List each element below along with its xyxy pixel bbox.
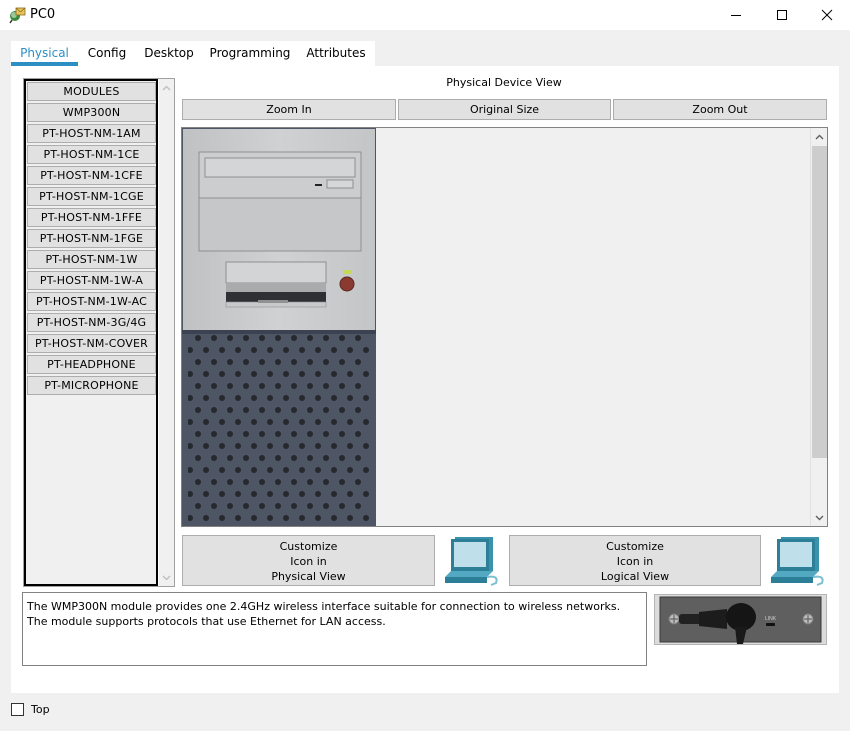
chevron-down-icon[interactable] bbox=[159, 570, 174, 585]
module-item-modules[interactable]: MODULES bbox=[27, 82, 156, 101]
button-label: Physical View bbox=[271, 570, 346, 583]
maximize-icon bbox=[777, 10, 787, 20]
module-item[interactable]: PT-HOST-NM-1W-A bbox=[27, 271, 156, 290]
module-item[interactable]: PT-HOST-NM-1AM bbox=[27, 124, 156, 143]
physical-device-viewer[interactable] bbox=[181, 127, 828, 527]
module-item[interactable]: PT-HOST-NM-1FFE bbox=[27, 208, 156, 227]
chevron-down-icon[interactable] bbox=[811, 509, 827, 526]
tab-physical[interactable]: Physical bbox=[11, 41, 78, 66]
window-title: PC0 bbox=[30, 7, 56, 22]
pc-physical-icon bbox=[445, 537, 498, 586]
link-label: LINK bbox=[765, 616, 777, 622]
module-item[interactable]: PT-HOST-NM-1CFE bbox=[27, 166, 156, 185]
physical-device-view-label: Physical Device View bbox=[446, 76, 562, 89]
module-item[interactable]: PT-HOST-NM-1CE bbox=[27, 145, 156, 164]
module-item[interactable]: PT-MICROPHONE bbox=[27, 376, 156, 395]
original-size-button[interactable]: Original Size bbox=[398, 99, 611, 120]
tab-attributes[interactable]: Attributes bbox=[303, 41, 369, 66]
button-label: Icon in bbox=[290, 555, 327, 568]
checkbox-box[interactable] bbox=[11, 703, 24, 716]
wmp300n-module-icon: LINK bbox=[659, 596, 822, 644]
physical-panel: MODULES WMP300N PT-HOST-NM-1AM PT-HOST-N… bbox=[11, 66, 839, 693]
close-icon bbox=[821, 9, 833, 21]
tab-bar: Physical Config Desktop Programming Attr… bbox=[11, 41, 375, 66]
module-list-container: MODULES WMP300N PT-HOST-NM-1AM PT-HOST-N… bbox=[23, 78, 175, 587]
module-item[interactable]: PT-HOST-NM-1FGE bbox=[27, 229, 156, 248]
top-checkbox[interactable]: Top bbox=[11, 703, 50, 716]
module-item[interactable]: PT-HOST-NM-1W bbox=[27, 250, 156, 269]
tab-programming[interactable]: Programming bbox=[209, 41, 291, 66]
module-item[interactable]: PT-HOST-NM-3G/4G bbox=[27, 313, 156, 332]
module-item-wmp300n[interactable]: WMP300N bbox=[27, 103, 156, 122]
button-label: Customize bbox=[279, 540, 338, 553]
tab-config[interactable]: Config bbox=[82, 41, 132, 66]
customize-logical-icon-button[interactable]: Customize Icon in Logical View bbox=[509, 535, 761, 586]
chevron-up-icon[interactable] bbox=[159, 80, 174, 95]
button-label: Icon in bbox=[616, 555, 654, 568]
top-checkbox-label: Top bbox=[31, 703, 50, 716]
module-item[interactable]: PT-HEADPHONE bbox=[27, 355, 156, 374]
module-list-scrollbar[interactable] bbox=[159, 79, 174, 586]
close-button[interactable] bbox=[804, 0, 850, 30]
module-item[interactable]: PT-HOST-NM-1CGE bbox=[27, 187, 156, 206]
minimize-button[interactable] bbox=[713, 0, 759, 30]
title-bar: PC0 bbox=[0, 0, 850, 30]
maximize-button[interactable] bbox=[759, 0, 805, 30]
module-image: LINK bbox=[654, 594, 827, 645]
viewer-scrollbar[interactable] bbox=[810, 128, 827, 526]
button-label: Logical View bbox=[600, 570, 670, 583]
pc-logical-icon bbox=[771, 537, 824, 586]
chevron-up-icon[interactable] bbox=[811, 128, 827, 145]
button-label: Customize bbox=[606, 540, 664, 553]
module-list: MODULES WMP300N PT-HOST-NM-1AM PT-HOST-N… bbox=[24, 79, 158, 586]
pc-tower-image bbox=[182, 128, 376, 526]
packet-tracer-pc-icon bbox=[9, 7, 26, 24]
module-item[interactable]: PT-HOST-NM-1W-AC bbox=[27, 292, 156, 311]
module-description: The WMP300N module provides one 2.4GHz w… bbox=[22, 592, 647, 666]
scrollbar-thumb[interactable] bbox=[812, 146, 827, 458]
customize-physical-icon-button[interactable]: Customize Icon in Physical View bbox=[182, 535, 435, 586]
module-item[interactable]: PT-HOST-NM-COVER bbox=[27, 334, 156, 353]
zoom-out-button[interactable]: Zoom Out bbox=[613, 99, 827, 120]
zoom-in-button[interactable]: Zoom In bbox=[182, 99, 396, 120]
tab-desktop[interactable]: Desktop bbox=[140, 41, 198, 66]
minimize-icon bbox=[731, 15, 741, 16]
